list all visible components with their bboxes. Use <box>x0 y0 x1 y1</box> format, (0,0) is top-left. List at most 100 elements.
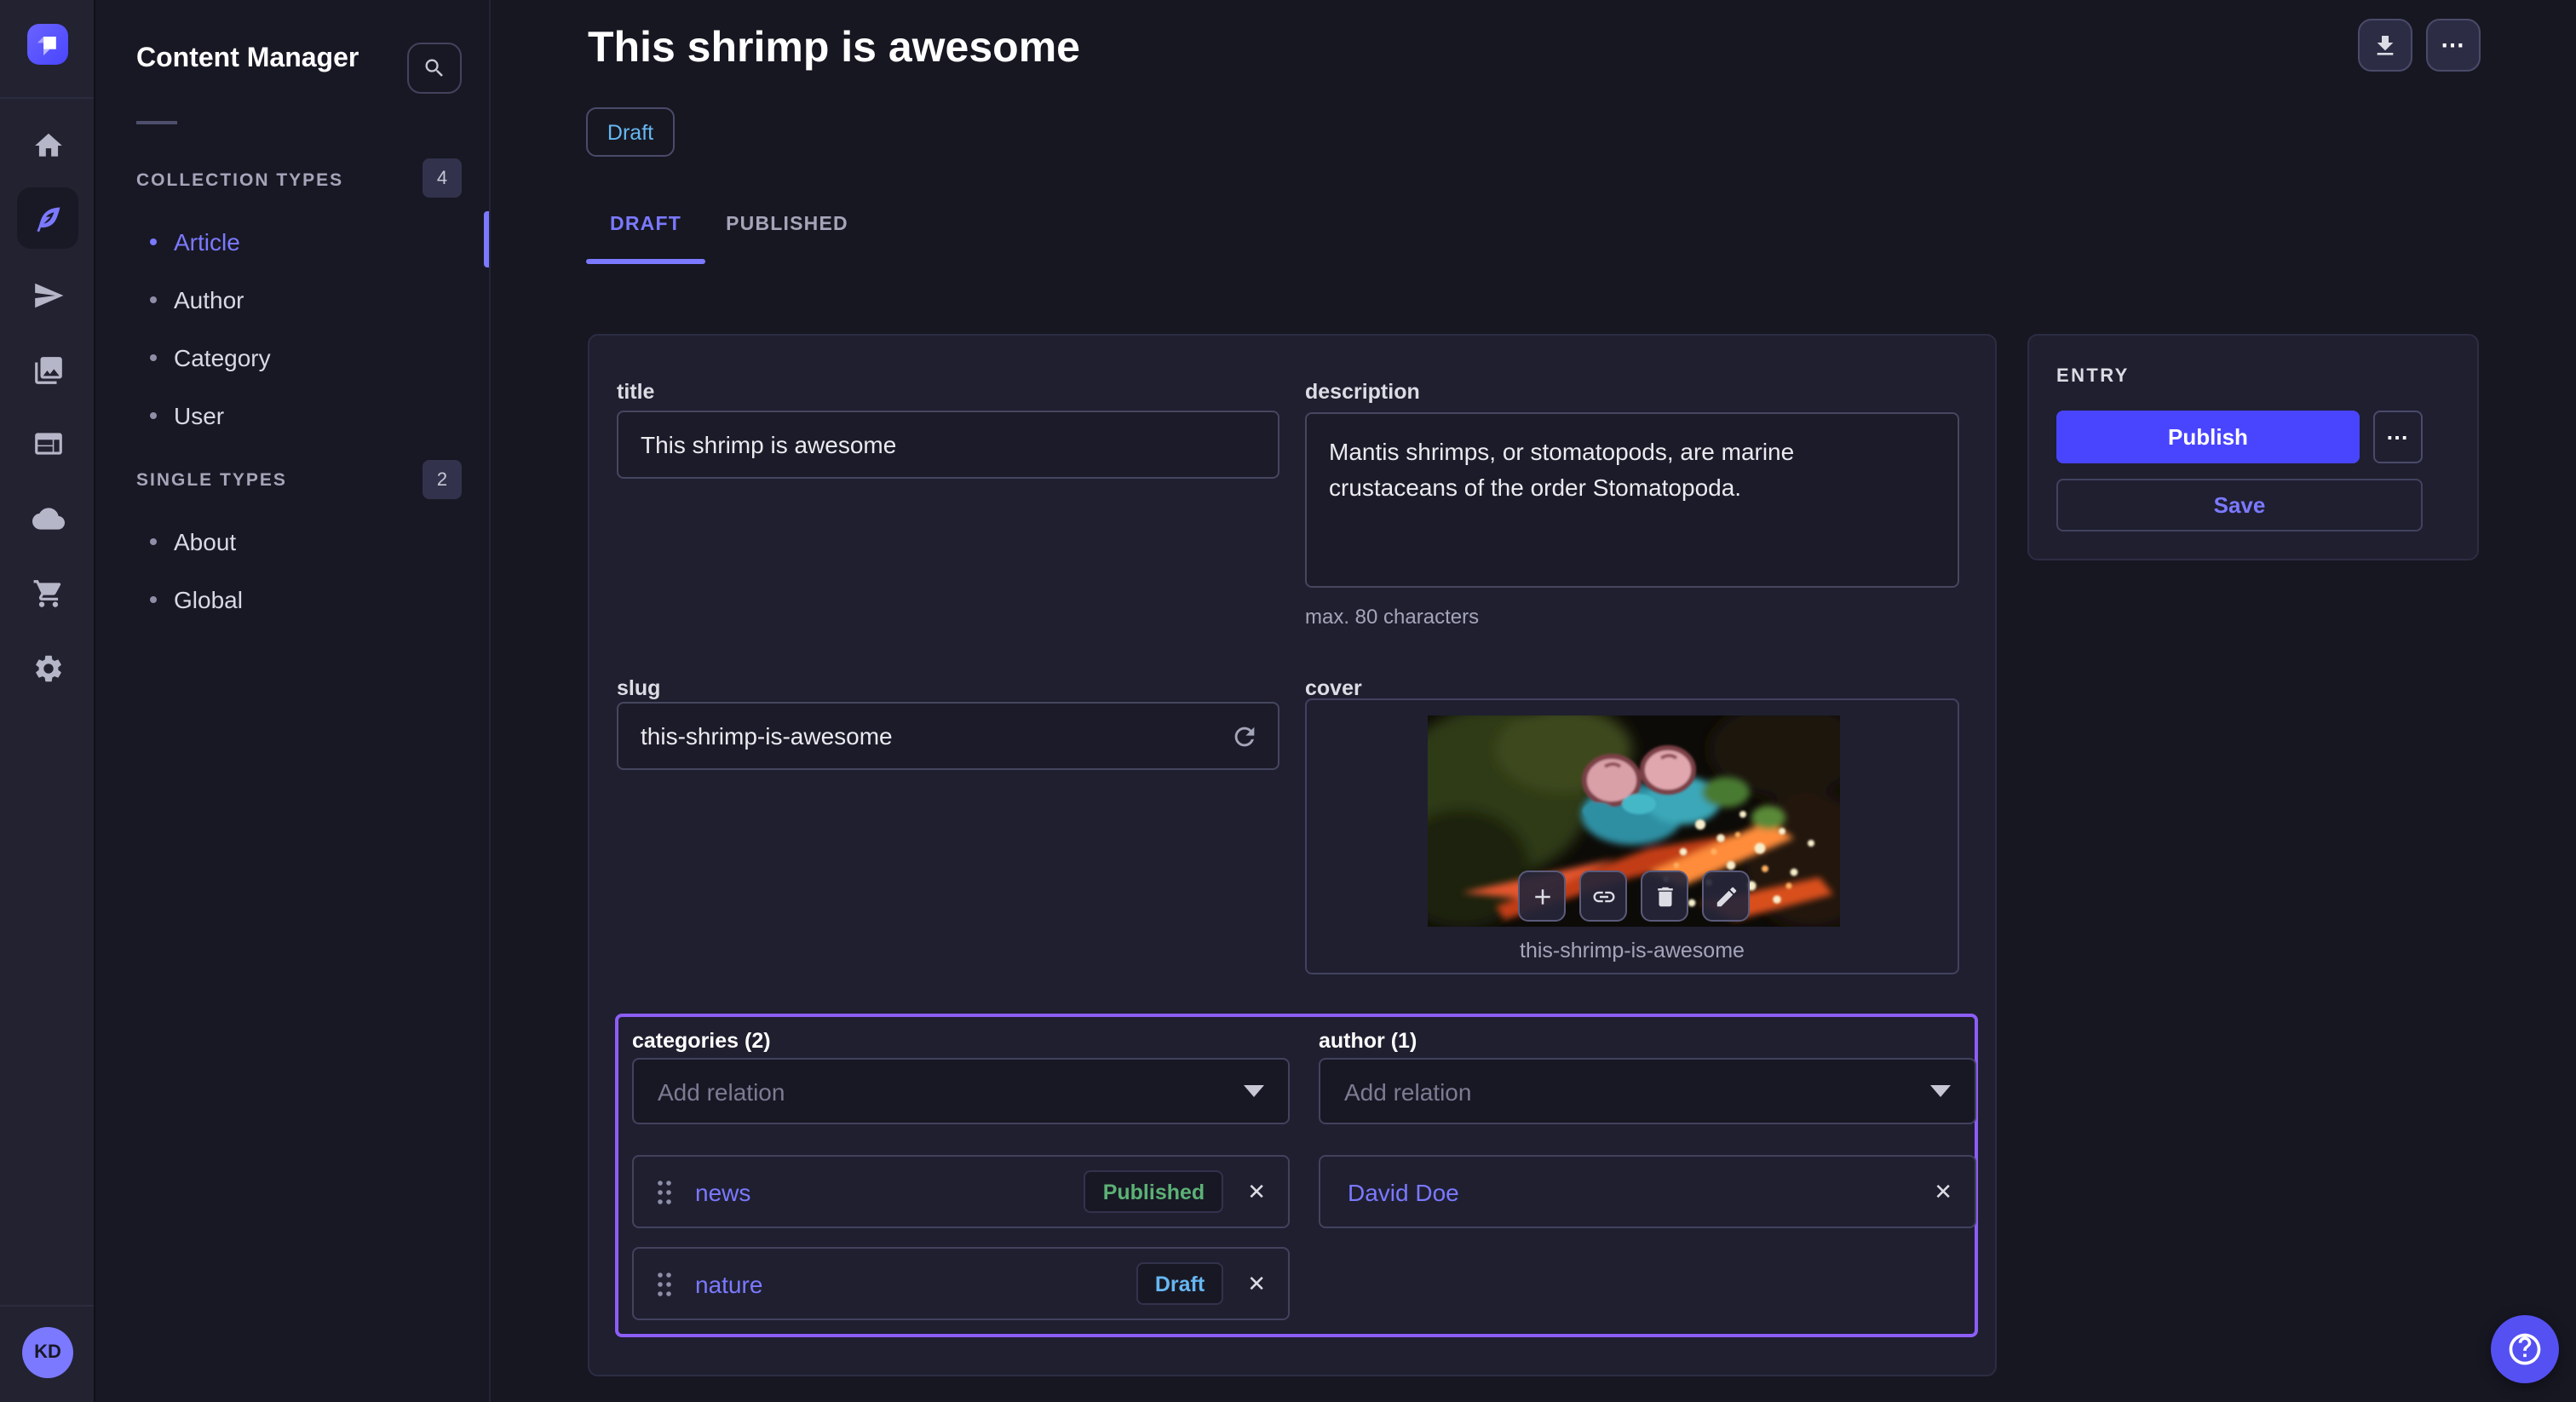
categories-add-relation-select[interactable]: Add relation <box>632 1058 1290 1124</box>
left-rail: KD <box>0 0 95 1402</box>
rail-divider <box>0 97 94 99</box>
home-icon[interactable] <box>31 128 65 162</box>
pencil-icon <box>1713 883 1739 909</box>
entry-panel: ENTRY Publish ⋯ Save <box>2027 334 2479 560</box>
sidebar-item-label: Global <box>174 586 243 613</box>
purchases-cart-icon[interactable] <box>31 576 65 610</box>
drag-handle-icon[interactable] <box>656 1270 673 1297</box>
select-placeholder: Add relation <box>1344 1077 1471 1105</box>
bullet-icon <box>150 596 157 603</box>
bullet-icon <box>150 296 157 303</box>
entry-panel-title: ENTRY <box>2056 366 2130 387</box>
delete-media-button[interactable] <box>1641 871 1688 922</box>
chevron-down-icon <box>1930 1085 1951 1097</box>
remove-relation-icon[interactable]: ✕ <box>1934 1181 1952 1203</box>
collection-types-heading: COLLECTION TYPES <box>136 170 343 191</box>
edit-form-panel: title This shrimp is awesome description… <box>588 334 1997 1376</box>
search-button[interactable] <box>407 43 462 94</box>
chevron-down-icon <box>1244 1085 1264 1097</box>
description-field-label: description <box>1305 380 1420 404</box>
single-types-heading: SINGLE TYPES <box>136 470 287 491</box>
relation-link[interactable]: nature <box>695 1270 762 1297</box>
settings-gear-icon[interactable] <box>31 651 65 685</box>
rail-bottom-divider <box>0 1305 94 1307</box>
page-title: This shrimp is awesome <box>588 24 1080 73</box>
bullet-icon <box>150 538 157 545</box>
sidebar-item-user[interactable]: User <box>150 402 224 429</box>
title-field-label: title <box>617 380 654 404</box>
link-icon <box>1590 883 1616 909</box>
drag-handle-icon[interactable] <box>656 1178 673 1205</box>
plus-icon <box>1529 883 1555 909</box>
publish-button[interactable]: Publish <box>2056 411 2360 463</box>
sidebar-item-global[interactable]: Global <box>150 586 243 613</box>
author-add-relation-select[interactable]: Add relation <box>1319 1058 1976 1124</box>
cover-field: this-shrimp-is-awesome <box>1305 698 1959 974</box>
relation-item-david-doe[interactable]: David Doe ✕ <box>1319 1155 1976 1228</box>
active-item-indicator <box>484 211 489 267</box>
header-more-button[interactable]: ⋯ <box>2426 19 2481 72</box>
ellipsis-icon: ⋯ <box>2441 31 2466 60</box>
slug-value: this-shrimp-is-awesome <box>641 722 893 750</box>
relation-item-nature[interactable]: nature Draft ✕ <box>632 1247 1290 1320</box>
cover-field-label: cover <box>1305 676 1362 700</box>
categories-field-label: categories (2) <box>632 1029 771 1053</box>
relation-status-badge: Draft <box>1136 1262 1223 1305</box>
description-hint: max. 80 characters <box>1305 605 1479 629</box>
edit-media-button[interactable] <box>1702 871 1750 922</box>
regenerate-slug-icon[interactable] <box>1230 722 1259 751</box>
help-button[interactable] <box>2491 1315 2559 1383</box>
tab-draft[interactable]: DRAFT <box>586 204 705 245</box>
sidebar-item-label: Article <box>174 228 240 256</box>
bullet-icon <box>150 238 157 245</box>
cover-filename: this-shrimp-is-awesome <box>1307 939 1958 962</box>
ellipsis-icon: ⋯ <box>2386 423 2410 451</box>
trash-icon <box>1652 883 1677 909</box>
remove-relation-icon[interactable]: ✕ <box>1247 1181 1266 1203</box>
sidebar-title: Content Manager <box>136 44 359 75</box>
remove-relation-icon[interactable]: ✕ <box>1247 1273 1266 1295</box>
relation-status-badge: Published <box>1084 1170 1223 1213</box>
sidebar-item-about[interactable]: About <box>150 528 236 555</box>
description-textarea[interactable]: Mantis shrimps, or stomatopods, are mari… <box>1305 412 1959 588</box>
relations-highlighted-region: categories (2) Add relation news Publish… <box>615 1014 1978 1337</box>
title-input[interactable]: This shrimp is awesome <box>617 411 1279 479</box>
relation-item-news[interactable]: news Published ✕ <box>632 1155 1290 1228</box>
export-download-button[interactable] <box>2358 19 2412 72</box>
marketplace-layout-icon[interactable] <box>31 426 65 460</box>
sidebar-item-author[interactable]: Author <box>150 286 244 313</box>
cloud-icon[interactable] <box>31 501 65 535</box>
sidebar-item-label: About <box>174 528 236 555</box>
author-field-label: author (1) <box>1319 1029 1417 1053</box>
sidebar-item-label: User <box>174 402 224 429</box>
releases-paper-plane-icon[interactable] <box>31 278 65 312</box>
content-manager-sidebar: Content Manager COLLECTION TYPES 4 Artic… <box>95 0 491 1402</box>
save-button[interactable]: Save <box>2056 479 2423 531</box>
sidebar-item-category[interactable]: Category <box>150 344 271 371</box>
relation-link[interactable]: David Doe <box>1348 1178 1459 1205</box>
status-badge: Draft <box>586 107 675 157</box>
bullet-icon <box>150 412 157 419</box>
slug-field-label: slug <box>617 676 660 700</box>
user-avatar[interactable]: KD <box>22 1327 73 1378</box>
search-icon <box>423 56 446 80</box>
relation-link[interactable]: news <box>695 1178 750 1205</box>
strapi-logo-glyph <box>32 29 63 60</box>
copy-link-button[interactable] <box>1579 871 1627 922</box>
add-media-button[interactable] <box>1518 871 1566 922</box>
sidebar-divider <box>136 121 177 124</box>
collection-types-count-badge: 4 <box>423 158 462 198</box>
sidebar-item-label: Author <box>174 286 244 313</box>
slug-input[interactable]: this-shrimp-is-awesome <box>617 702 1279 770</box>
cover-action-toolbar <box>1518 871 1750 922</box>
strapi-logo[interactable] <box>27 24 68 65</box>
media-library-icon[interactable] <box>31 353 65 387</box>
entry-more-button[interactable]: ⋯ <box>2373 411 2423 463</box>
sidebar-item-article[interactable]: Article <box>150 228 240 256</box>
bullet-icon <box>150 354 157 361</box>
app-window: KD Content Manager COLLECTION TYPES 4 Ar… <box>0 0 2576 1402</box>
select-placeholder: Add relation <box>658 1077 785 1105</box>
content-manager-feather-icon[interactable] <box>31 201 65 235</box>
download-icon <box>2372 32 2399 59</box>
tab-published[interactable]: PUBLISHED <box>705 204 869 245</box>
